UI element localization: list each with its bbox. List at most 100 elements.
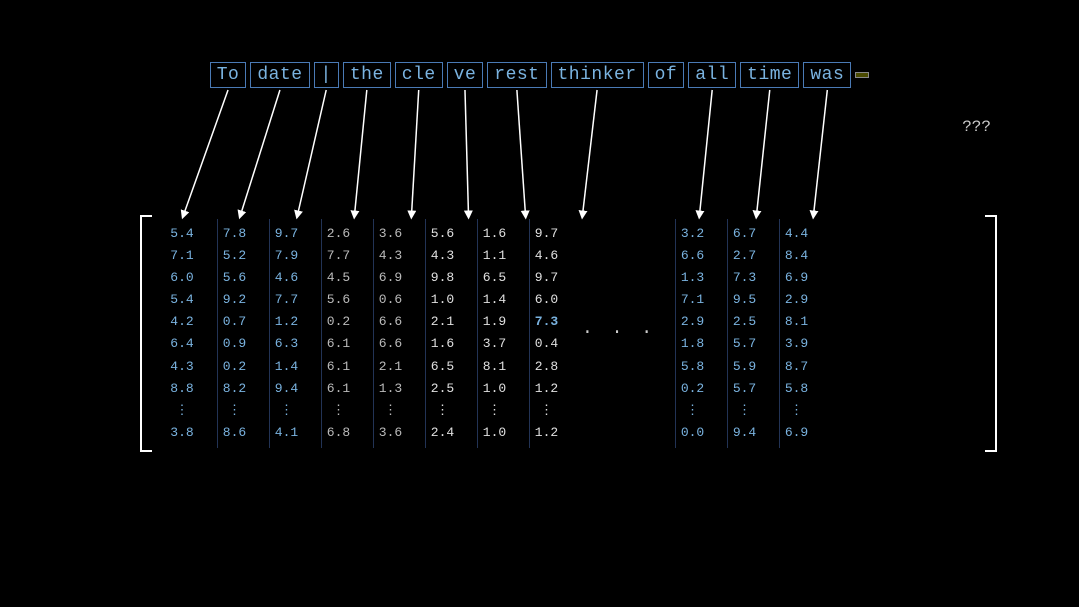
cell-2-8: ⋮: [272, 400, 302, 422]
word-token-pipe: |: [314, 62, 339, 88]
cell-3-8: ⋮: [324, 400, 354, 422]
cell-10-7: 5.7: [730, 378, 760, 400]
word-tokens-row: Todate|thecleverestthinkerofalltimewas: [0, 62, 1079, 88]
word-token-date: date: [250, 62, 309, 88]
cell-2-7: 9.4: [272, 378, 302, 400]
matrix-column-2: 9.77.94.67.71.26.31.49.4⋮4.1: [260, 215, 312, 452]
cell-3-9: 6.8: [324, 422, 354, 444]
cell-4-1: 4.3: [376, 245, 406, 267]
cell-1-5: 0.9: [220, 333, 250, 355]
word-to-col-arrow-7: [583, 90, 598, 215]
cell-6-9: 1.0: [480, 422, 510, 444]
cell-2-3: 7.7: [272, 289, 302, 311]
cell-0-0: 5.4: [167, 223, 197, 245]
cell-7-4: 7.3: [532, 311, 562, 333]
matrix-column-3: 2.67.74.55.60.26.16.16.1⋮6.8: [312, 215, 364, 452]
cell-0-7: 8.8: [167, 378, 197, 400]
cell-4-9: 3.6: [376, 422, 406, 444]
word-token-was: was: [803, 62, 851, 88]
cell-9-3: 7.1: [678, 289, 708, 311]
cell-11-2: 6.9: [782, 267, 812, 289]
cell-6-5: 3.7: [480, 333, 510, 355]
word-token-the: the: [343, 62, 391, 88]
cell-7-9: 1.2: [532, 422, 562, 444]
cell-3-6: 6.1: [324, 356, 354, 378]
cell-0-4: 4.2: [167, 311, 197, 333]
cell-4-3: 0.6: [376, 289, 406, 311]
word-to-col-arrow-10: [757, 90, 770, 215]
cell-9-9: 0.0: [678, 422, 708, 444]
cell-5-9: 2.4: [428, 422, 458, 444]
cell-7-2: 9.7: [532, 267, 562, 289]
word-to-col-arrow-3: [355, 90, 367, 215]
cell-7-7: 1.2: [532, 378, 562, 400]
cell-5-2: 9.8: [428, 267, 458, 289]
cell-6-3: 1.4: [480, 289, 510, 311]
matrix-column-4: 3.64.36.90.66.66.62.11.3⋮3.6: [364, 215, 416, 452]
left-bracket: [140, 215, 154, 452]
cell-0-2: 6.0: [167, 267, 197, 289]
cell-4-8: ⋮: [376, 400, 406, 422]
embedding-matrix: 5.47.16.05.44.26.44.38.8⋮3.87.85.25.69.2…: [140, 215, 999, 452]
cell-10-3: 9.5: [730, 289, 760, 311]
word-to-col-arrow-0: [184, 90, 229, 215]
cell-7-6: 2.8: [532, 356, 562, 378]
cell-9-5: 1.8: [678, 333, 708, 355]
word-to-col-arrow-9: [700, 90, 713, 215]
cell-7-5: 0.4: [532, 333, 562, 355]
cell-11-1: 8.4: [782, 245, 812, 267]
word-to-col-arrow-11: [814, 90, 828, 215]
word-token-all: all: [688, 62, 736, 88]
cell-1-4: 0.7: [220, 311, 250, 333]
cell-9-8: ⋮: [678, 400, 708, 422]
cell-1-6: 0.2: [220, 356, 250, 378]
cell-10-0: 6.7: [730, 223, 760, 245]
cell-2-1: 7.9: [272, 245, 302, 267]
cell-0-3: 5.4: [167, 289, 197, 311]
cell-6-8: ⋮: [480, 400, 510, 422]
cell-10-4: 2.5: [730, 311, 760, 333]
cell-5-4: 2.1: [428, 311, 458, 333]
cell-6-0: 1.6: [480, 223, 510, 245]
cell-10-9: 9.4: [730, 422, 760, 444]
cell-2-4: 1.2: [272, 311, 302, 333]
word-to-col-arrow-4: [412, 90, 419, 215]
cell-10-2: 7.3: [730, 267, 760, 289]
cell-1-8: ⋮: [220, 400, 250, 422]
matrix-column-6: 1.61.16.51.41.93.78.11.0⋮1.0: [468, 215, 520, 452]
word-to-col-arrow-5: [465, 90, 469, 215]
cell-9-7: 0.2: [678, 378, 708, 400]
matrix-column-7: 9.74.69.76.07.30.42.81.2⋮1.2: [520, 215, 572, 452]
cell-6-4: 1.9: [480, 311, 510, 333]
cell-2-9: 4.1: [272, 422, 302, 444]
matrix-column-10: 6.72.77.39.52.55.75.95.7⋮9.4: [718, 215, 770, 452]
cell-2-2: 4.6: [272, 267, 302, 289]
cell-11-3: 2.9: [782, 289, 812, 311]
cell-1-2: 5.6: [220, 267, 250, 289]
word-token-To: To: [210, 62, 247, 88]
cell-5-6: 6.5: [428, 356, 458, 378]
word-token-rest: rest: [487, 62, 546, 88]
cell-1-0: 7.8: [220, 223, 250, 245]
cell-5-7: 2.5: [428, 378, 458, 400]
matrix-column-5: 5.64.39.81.02.11.66.52.5⋮2.4: [416, 215, 468, 452]
cell-3-5: 6.1: [324, 333, 354, 355]
cell-1-9: 8.6: [220, 422, 250, 444]
cell-10-5: 5.7: [730, 333, 760, 355]
cell-3-3: 5.6: [324, 289, 354, 311]
cell-3-7: 6.1: [324, 378, 354, 400]
cell-11-4: 8.1: [782, 311, 812, 333]
cell-10-8: ⋮: [730, 400, 760, 422]
word-token-of: of: [648, 62, 685, 88]
cell-0-1: 7.1: [167, 245, 197, 267]
word-token-thinker: thinker: [551, 62, 644, 88]
cell-4-0: 3.6: [376, 223, 406, 245]
matrix-wrapper: 5.47.16.05.44.26.44.38.8⋮3.87.85.25.69.2…: [140, 215, 999, 452]
ellipsis-separator: · · ·: [572, 215, 666, 452]
cell-3-1: 7.7: [324, 245, 354, 267]
cell-0-9: 3.8: [167, 422, 197, 444]
word-to-col-arrow-6: [517, 90, 526, 215]
matrix-columns-container: 5.47.16.05.44.26.44.38.8⋮3.87.85.25.69.2…: [156, 215, 983, 452]
cell-9-0: 3.2: [678, 223, 708, 245]
cell-5-3: 1.0: [428, 289, 458, 311]
